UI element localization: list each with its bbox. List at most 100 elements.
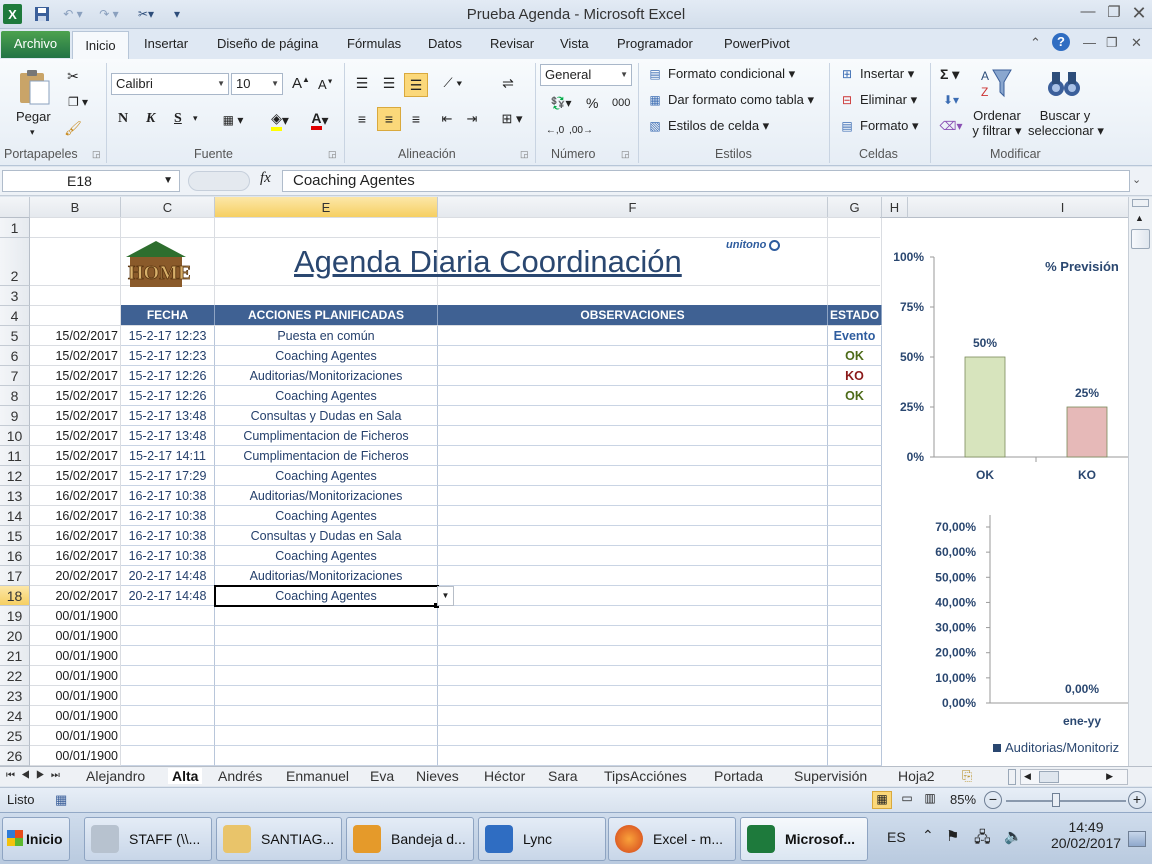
- find-select-button[interactable]: Buscar y seleccionar ▾: [1028, 108, 1104, 139]
- row-header[interactable]: 16: [0, 546, 30, 566]
- worksheet-grid[interactable]: B C E F G H I 1 2 3 4 5 6 7 8 9 10 11 12 13 14 15 16 17 1…: [0, 197, 1128, 766]
- cell-observacion[interactable]: [438, 706, 828, 726]
- tab-vista[interactable]: Vista: [560, 36, 589, 51]
- cell-date[interactable]: 00/01/1900: [30, 626, 118, 646]
- row-header[interactable]: 14: [0, 506, 30, 526]
- cell-accion[interactable]: [215, 666, 438, 686]
- taskbar-item-excel[interactable]: Microsof...: [740, 817, 868, 861]
- cell-date[interactable]: 15/02/2017: [30, 446, 118, 466]
- row-header[interactable]: 6: [0, 346, 30, 366]
- align-center-icon[interactable]: ≡: [377, 107, 401, 131]
- cell-observacion[interactable]: [438, 526, 828, 546]
- fill-color-icon[interactable]: ◈ ▾: [262, 109, 298, 131]
- cell-observacion[interactable]: [438, 626, 828, 646]
- format-cells-icon[interactable]: ▤: [838, 118, 856, 134]
- cell-accion[interactable]: Auditorias/Monitorizaciones: [215, 366, 438, 386]
- delete-cells-button[interactable]: Eliminar ▾: [860, 92, 917, 108]
- row-header[interactable]: 21: [0, 646, 30, 666]
- row-header[interactable]: 9: [0, 406, 30, 426]
- workbook-minimize-icon[interactable]: —: [1083, 35, 1096, 50]
- autosum-icon[interactable]: Σ ▾: [940, 66, 959, 83]
- sheet-tab-alejandro[interactable]: Alejandro: [86, 768, 145, 784]
- workbook-restore-icon[interactable]: ❐: [1106, 35, 1118, 51]
- cell-estado[interactable]: KO: [828, 366, 882, 386]
- cell-date[interactable]: 16/02/2017: [30, 546, 118, 566]
- close-icon[interactable]: ✕: [1128, 3, 1150, 23]
- cell-fecha[interactable]: [121, 666, 215, 686]
- row-header[interactable]: 8: [0, 386, 30, 406]
- prevision-chart[interactable]: 0% 25% 50% 75% 100% % Previsión 50% OK 25% KO: [884, 243, 1128, 493]
- show-desktop-icon[interactable]: [1128, 831, 1146, 847]
- align-middle-icon[interactable]: ☰: [379, 73, 399, 93]
- taskbar-item-staff[interactable]: STAFF (\\...: [84, 817, 212, 861]
- tab-formulas[interactable]: Fórmulas: [347, 36, 401, 51]
- bar-ok[interactable]: [964, 356, 1006, 458]
- row-header[interactable]: 24: [0, 706, 30, 726]
- cell-date[interactable]: 00/01/1900: [30, 606, 118, 626]
- tab-diseno-pagina[interactable]: Diseño de página: [217, 36, 318, 51]
- cell-date[interactable]: 00/01/1900: [30, 746, 118, 766]
- cut-icon[interactable]: ✂: [64, 67, 82, 85]
- increase-decimal-icon[interactable]: ←,0: [544, 121, 566, 139]
- cell-fecha[interactable]: [121, 726, 215, 746]
- decrease-decimal-icon[interactable]: ,00→: [569, 121, 593, 139]
- cell-accion[interactable]: Auditorias/Monitorizaciones: [215, 486, 438, 506]
- fill-icon[interactable]: ⬇▾: [938, 92, 964, 108]
- binoculars-icon[interactable]: [1046, 65, 1082, 101]
- cell-estado[interactable]: [828, 606, 882, 626]
- cell-estado[interactable]: [828, 426, 882, 446]
- cell-fecha[interactable]: [121, 686, 215, 706]
- cell-estado[interactable]: [828, 446, 882, 466]
- cell-date[interactable]: 15/02/2017: [30, 326, 118, 346]
- cell-estado[interactable]: [828, 646, 882, 666]
- insert-function-button[interactable]: fx: [260, 170, 271, 187]
- cell-accion[interactable]: Cumplimentacion de Ficheros: [215, 446, 438, 466]
- row-header[interactable]: 7: [0, 366, 30, 386]
- validation-dropdown-icon[interactable]: ▼: [437, 586, 454, 606]
- column-header-b[interactable]: B: [30, 197, 121, 218]
- page-layout-view-icon[interactable]: ▭: [897, 791, 917, 809]
- align-bottom-icon[interactable]: ☰: [404, 73, 428, 97]
- cell-date[interactable]: 16/02/2017: [30, 486, 118, 506]
- sheet-tab-alta[interactable]: Alta: [168, 768, 203, 784]
- network-icon[interactable]: 🖧: [974, 827, 991, 852]
- align-right-icon[interactable]: ≡: [406, 109, 426, 129]
- sort-filter-button[interactable]: Ordenar y filtrar ▾: [971, 108, 1023, 139]
- cell-accion[interactable]: Consultas y Dudas en Sala: [215, 406, 438, 426]
- clear-icon[interactable]: ⌫▾: [938, 118, 964, 134]
- orientation-icon[interactable]: ⟋ ▾: [438, 73, 468, 93]
- row-header[interactable]: 10: [0, 426, 30, 446]
- cell-observacion[interactable]: [438, 566, 828, 586]
- sheet-tab-supervisi-n[interactable]: Supervisión: [794, 768, 867, 784]
- zoom-level[interactable]: 85%: [950, 792, 976, 807]
- row-header[interactable]: 23: [0, 686, 30, 706]
- underline-dropdown-icon[interactable]: ▾: [193, 113, 198, 124]
- cell-accion[interactable]: [215, 686, 438, 706]
- cell-accion[interactable]: Coaching Agentes: [215, 506, 438, 526]
- cell-observacion[interactable]: [438, 426, 828, 446]
- cell-observacion[interactable]: [438, 466, 828, 486]
- taskbar-item-outlook[interactable]: Bandeja d...: [346, 817, 474, 861]
- cell-estado[interactable]: OK: [828, 386, 882, 406]
- cell-estado[interactable]: [828, 526, 882, 546]
- cell-estado[interactable]: [828, 726, 882, 746]
- italic-button[interactable]: K: [146, 111, 155, 127]
- cell-accion[interactable]: [215, 626, 438, 646]
- cell-estado[interactable]: [828, 746, 882, 766]
- sheet-tab-eva[interactable]: Eva: [370, 768, 394, 784]
- cell-fecha[interactable]: 20-2-17 14:48: [121, 566, 215, 586]
- align-left-icon[interactable]: ≡: [352, 109, 372, 129]
- row-header[interactable]: 2: [0, 238, 30, 286]
- bold-button[interactable]: N: [118, 111, 128, 127]
- zoom-slider-track[interactable]: [1006, 800, 1126, 802]
- cell-fecha[interactable]: 15-2-17 17:29: [121, 466, 215, 486]
- cell-observacion[interactable]: [438, 486, 828, 506]
- underline-button[interactable]: S: [174, 111, 182, 127]
- select-all-corner[interactable]: [0, 197, 30, 218]
- decrease-indent-icon[interactable]: ⇤: [437, 109, 457, 129]
- cell-estado[interactable]: [828, 546, 882, 566]
- expand-formula-bar-icon[interactable]: ⌄: [1132, 173, 1141, 186]
- restore-icon[interactable]: ❐: [1103, 3, 1125, 23]
- comma-style-button[interactable]: 000: [612, 97, 630, 109]
- formula-expand-handle[interactable]: [188, 171, 250, 191]
